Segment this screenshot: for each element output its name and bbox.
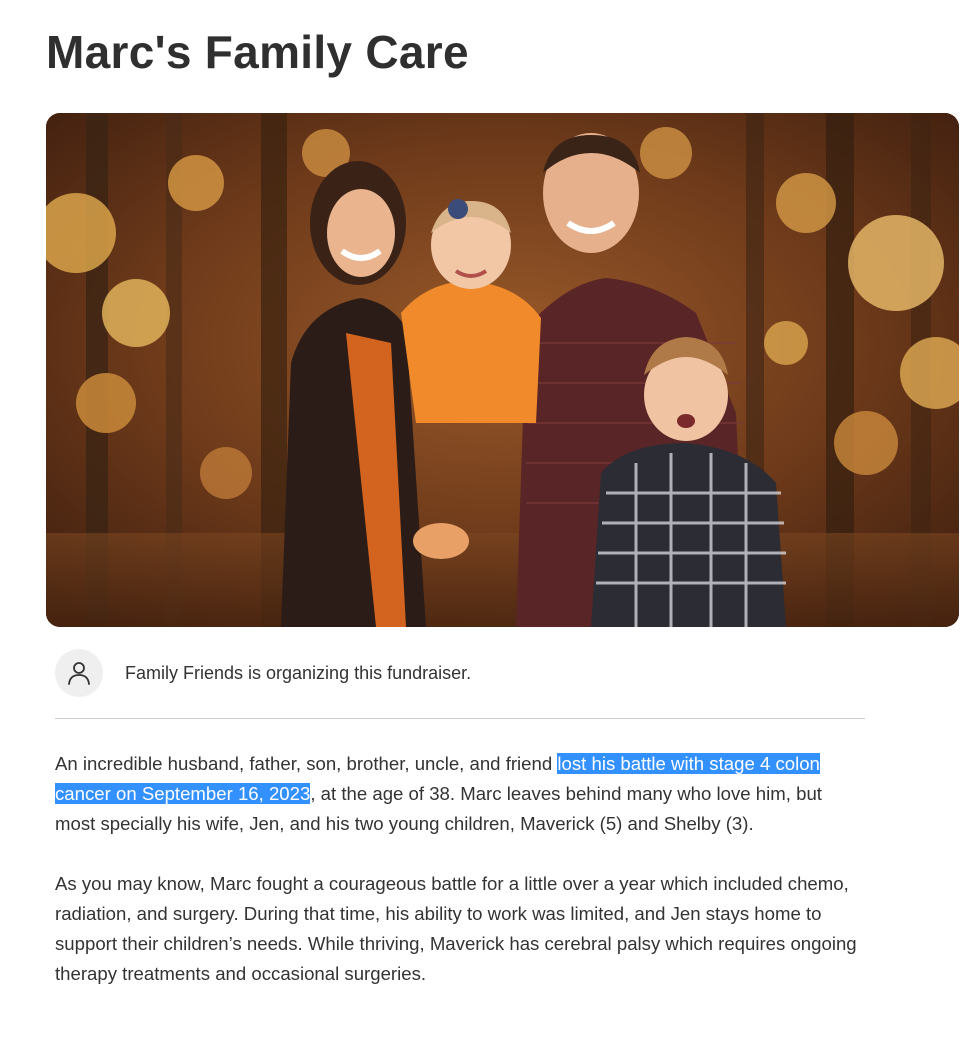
page-title: Marc's Family Care [46,26,469,78]
family-photo [46,113,959,627]
organizer-text: Family Friends is organizing this fundra… [125,663,472,683]
story-paragraph: An incredible husband, father, son, brot… [55,749,867,839]
story-text: An incredible husband, father, son, brot… [55,753,558,774]
divider [55,718,865,719]
hero-image[interactable] [46,113,959,627]
avatar[interactable] [55,649,103,697]
story-paragraph: As you may know, Marc fought a courageou… [55,873,857,984]
user-icon [68,662,90,685]
organizer-row: Family Friends is organizing this fundra… [55,649,865,697]
story-body: An incredible husband, father, son, brot… [55,749,867,1019]
